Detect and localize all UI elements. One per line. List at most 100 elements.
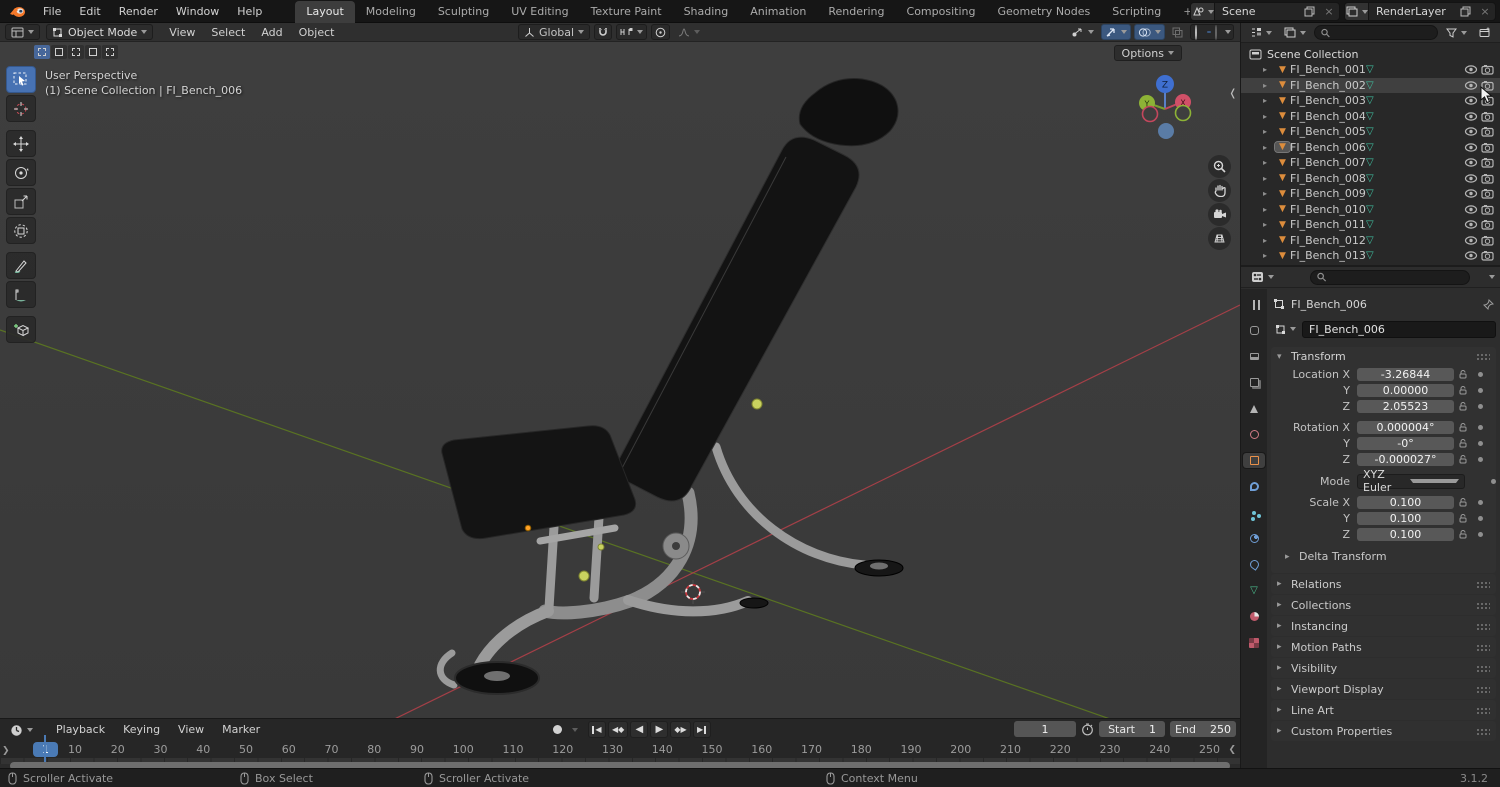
keyframe-dot[interactable]	[1478, 516, 1483, 521]
timeline-expand-icon[interactable]: ❯	[2, 746, 10, 756]
expand-icon[interactable]: ▸	[1263, 158, 1275, 167]
panel-grip[interactable]	[1476, 353, 1490, 360]
workspace-tab[interactable]: Rendering	[817, 1, 895, 23]
mesh-data-icon[interactable]: ▽	[1366, 64, 1382, 75]
number-field[interactable]: -0.000027°	[1357, 452, 1454, 467]
lock-icon[interactable]	[1454, 370, 1472, 379]
record-options-caret[interactable]	[572, 727, 578, 732]
play-reverse-button[interactable]: ◀	[630, 721, 649, 738]
keyframe-dot[interactable]	[1478, 388, 1483, 393]
keyframe-dot[interactable]	[1478, 457, 1483, 462]
breadcrumb-object-name[interactable]: FI_Bench_006	[1291, 298, 1367, 311]
outliner-item[interactable]: ▸ ▼ FI_Bench_013 ▽	[1241, 248, 1500, 264]
tab-constraints[interactable]	[1243, 557, 1265, 572]
outliner-item[interactable]: ▸ ▼ FI_Bench_004 ▽	[1241, 109, 1500, 125]
outliner-search[interactable]	[1314, 25, 1438, 40]
transform-orientation-dropdown[interactable]: Global	[518, 24, 591, 40]
viewport-menu-item[interactable]: Object	[291, 23, 343, 42]
tab-object-data[interactable]: ▽	[1243, 583, 1265, 598]
properties-panel-header[interactable]: ▸ Collections	[1271, 595, 1496, 615]
keyframe-dot[interactable]	[1478, 532, 1483, 537]
select-mode-new-icon[interactable]	[34, 45, 50, 59]
render-camera-icon[interactable]	[1481, 126, 1494, 137]
properties-panel-header[interactable]: ▸ Instancing	[1271, 616, 1496, 636]
render-camera-icon[interactable]	[1481, 157, 1494, 168]
use-preview-range-icon[interactable]	[1081, 723, 1094, 736]
properties-search[interactable]	[1310, 269, 1470, 285]
object-name[interactable]: FI_Bench_002	[1290, 79, 1366, 92]
mesh-data-icon[interactable]: ▽	[1366, 80, 1382, 91]
expand-icon[interactable]: ▸	[1263, 205, 1275, 214]
object-name[interactable]: FI_Bench_008	[1290, 172, 1366, 185]
tab-texture[interactable]	[1243, 635, 1265, 650]
tab-material[interactable]	[1243, 609, 1265, 624]
tab-modifiers[interactable]	[1243, 479, 1265, 494]
tab-physics[interactable]	[1243, 531, 1265, 546]
tool-rotate[interactable]	[6, 159, 36, 186]
outliner-search-input[interactable]	[1333, 26, 1431, 39]
keyframe-dot[interactable]	[1478, 372, 1483, 377]
tool-move[interactable]	[6, 130, 36, 157]
workspace-tab[interactable]: Texture Paint	[580, 1, 673, 23]
render-camera-icon[interactable]	[1481, 219, 1494, 230]
panel-grip[interactable]	[1476, 706, 1490, 714]
shading-wireframe-icon[interactable]	[1193, 24, 1199, 40]
render-camera-icon[interactable]	[1481, 173, 1494, 184]
camera-view-icon[interactable]	[1208, 203, 1231, 226]
outliner-scene-dropdown[interactable]	[1280, 25, 1310, 41]
object-name[interactable]: FI_Bench_006	[1290, 141, 1366, 154]
expand-icon[interactable]: ▸	[1263, 112, 1275, 121]
hide-eye-icon[interactable]	[1464, 204, 1478, 215]
timeline-menu-item[interactable]: Playback	[47, 719, 114, 741]
mesh-object-icon[interactable]: ▼	[1275, 220, 1290, 230]
render-camera-icon[interactable]	[1481, 188, 1494, 199]
expand-icon[interactable]: ▸	[1263, 189, 1275, 198]
tool-select-box[interactable]	[6, 66, 36, 93]
view-layer-icon[interactable]	[1345, 3, 1369, 20]
tool-add-cube[interactable]	[6, 316, 36, 343]
blender-logo-icon[interactable]	[9, 5, 26, 18]
tab-tool[interactable]	[1243, 297, 1265, 312]
menu-item[interactable]: Render	[110, 0, 167, 23]
expand-icon[interactable]: ▸	[1263, 174, 1275, 183]
outliner-item[interactable]: ▸ ▼ FI_Bench_003 ▽	[1241, 93, 1500, 109]
number-field[interactable]: 0.100	[1357, 527, 1454, 542]
mesh-data-icon[interactable]: ▽	[1366, 95, 1382, 106]
hide-eye-icon[interactable]	[1464, 235, 1478, 246]
panel-grip[interactable]	[1476, 580, 1490, 588]
start-frame-field[interactable]: Start 1	[1099, 721, 1165, 737]
number-field[interactable]: 0.100	[1357, 495, 1454, 510]
properties-options-caret[interactable]	[1489, 275, 1495, 279]
xray-toggle[interactable]	[1168, 24, 1187, 40]
mesh-data-icon[interactable]: ▽	[1366, 219, 1382, 230]
jump-to-start-button[interactable]: ◀	[588, 721, 606, 738]
lock-icon[interactable]	[1454, 514, 1472, 523]
overlays-toggle[interactable]	[1134, 24, 1165, 40]
remove-layer-icon[interactable]: ×	[1475, 5, 1495, 18]
properties-panel-header[interactable]: ▸ Line Art	[1271, 700, 1496, 720]
render-camera-icon[interactable]	[1481, 64, 1494, 75]
scene-icon[interactable]	[1191, 3, 1215, 20]
hide-eye-icon[interactable]	[1464, 64, 1478, 75]
number-field[interactable]: 2.05523	[1357, 399, 1454, 414]
panel-grip[interactable]	[1476, 622, 1490, 630]
menu-item[interactable]: Help	[228, 0, 271, 23]
viewport-menu-item[interactable]: Select	[203, 23, 253, 42]
menu-item[interactable]: Edit	[70, 0, 109, 23]
mesh-object-icon[interactable]: ▼	[1274, 141, 1291, 154]
select-mode-extend-icon[interactable]	[51, 45, 67, 59]
menu-item[interactable]: Window	[167, 0, 228, 23]
select-mode-intersect-icon[interactable]	[102, 45, 118, 59]
record-button[interactable]	[548, 721, 566, 738]
proportional-editing-icon[interactable]	[651, 24, 671, 40]
properties-panel-header[interactable]: ▸ Relations	[1271, 574, 1496, 594]
zoom-icon[interactable]	[1208, 155, 1231, 178]
tool-transform[interactable]	[6, 217, 36, 244]
toggle-orthographic-icon[interactable]	[1208, 227, 1231, 250]
workspace-tab[interactable]: Modeling	[355, 1, 427, 23]
workspace-tab[interactable]: Compositing	[896, 1, 987, 23]
tab-output[interactable]	[1243, 349, 1265, 364]
expand-icon[interactable]: ▸	[1263, 96, 1275, 105]
shading-rendered-icon[interactable]	[1213, 24, 1219, 40]
object-name[interactable]: FI_Bench_012	[1290, 234, 1366, 247]
